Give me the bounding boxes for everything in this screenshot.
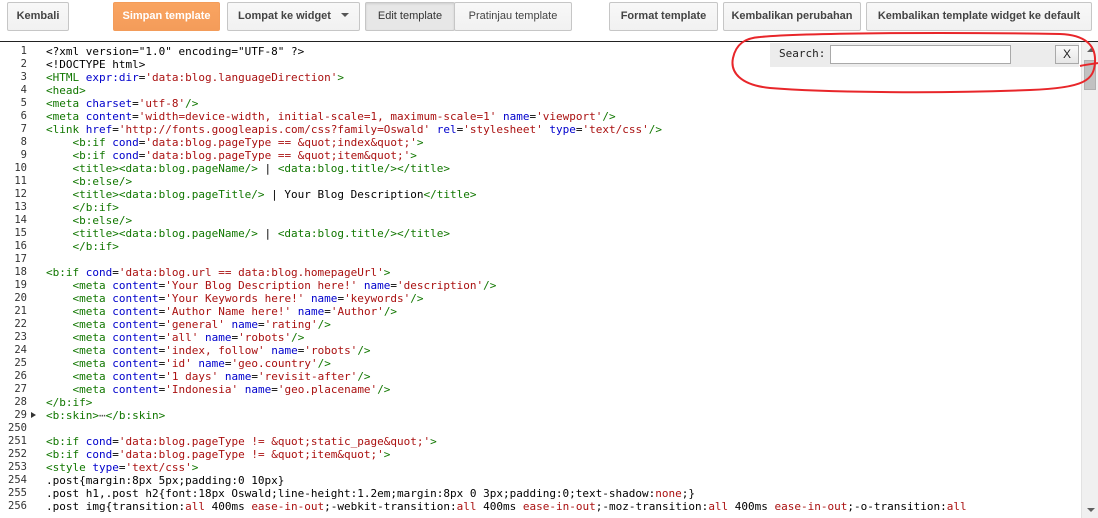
line-number: 2 xyxy=(20,58,27,70)
line-number: 16 xyxy=(14,240,27,252)
line-number: 15 xyxy=(14,227,27,239)
search-bar: Search: X xyxy=(770,43,1079,67)
code-line[interactable]: <!DOCTYPE html> xyxy=(46,58,145,71)
line-number: 5 xyxy=(20,97,27,109)
code-line[interactable]: <meta charset='utf-8'/> xyxy=(46,97,198,110)
code-line[interactable]: <meta content='Your Keywords here!' name… xyxy=(46,292,424,305)
code-line[interactable]: <?xml version="1.0" encoding="UTF-8" ?> xyxy=(46,45,304,58)
code-line[interactable]: <b:else/> xyxy=(46,214,133,227)
line-number: 7 xyxy=(20,123,27,135)
code-line[interactable]: <meta content='width=device-width, initi… xyxy=(46,110,616,123)
line-number: 255 xyxy=(8,487,27,499)
code-line[interactable]: <meta content='index, follow' name='robo… xyxy=(46,344,371,357)
line-number: 22 xyxy=(14,318,27,330)
code-line[interactable]: <b:skin>⋯</b:skin> xyxy=(46,409,165,422)
code-line[interactable]: .post{margin:8px 5px;padding:0 10px} xyxy=(46,474,284,487)
line-number: 1 xyxy=(20,45,27,57)
jump-to-widget-label: Lompat ke widget xyxy=(238,10,331,22)
line-number: 6 xyxy=(20,110,27,122)
line-number: 12 xyxy=(14,188,27,200)
code-line[interactable]: </b:if> xyxy=(46,240,119,253)
code-line[interactable]: <meta content='Your Blog Description her… xyxy=(46,279,497,292)
line-number: 254 xyxy=(8,474,27,486)
code-line[interactable]: <link href='http://fonts.googleapis.com/… xyxy=(46,123,662,136)
code-line[interactable]: <b:else/> xyxy=(46,175,133,188)
code-line[interactable]: <b:if cond='data:blog.url == data:blog.h… xyxy=(46,266,390,279)
back-button[interactable]: Kembali xyxy=(7,2,69,31)
code-line[interactable]: <meta content='id' name='geo.country'/> xyxy=(46,357,331,370)
line-number: 10 xyxy=(14,162,27,174)
revert-changes-button[interactable]: Kembalikan perubahan xyxy=(723,2,861,31)
close-search-button[interactable]: X xyxy=(1055,45,1079,64)
save-template-button[interactable]: Simpan template xyxy=(113,2,220,31)
code-line[interactable]: </b:if> xyxy=(46,201,119,214)
toolbar: Kembali Simpan template Lompat ke widget… xyxy=(0,0,1098,40)
line-number: 19 xyxy=(14,279,27,291)
code-line[interactable]: <meta content='all' name='robots'/> xyxy=(46,331,305,344)
line-number: 252 xyxy=(8,448,27,460)
line-number: 17 xyxy=(14,253,27,265)
code-line[interactable]: <meta content='1 days' name='revisit-aft… xyxy=(46,370,371,383)
code-line[interactable]: <meta content='general' name='rating'/> xyxy=(46,318,331,331)
code-line[interactable]: <b:if cond='data:blog.pageType == &quot;… xyxy=(46,136,424,149)
scrollbar-thumb[interactable] xyxy=(1084,60,1096,90)
line-number: 28 xyxy=(14,396,27,408)
restore-widget-defaults-button[interactable]: Kembalikan template widget ke default xyxy=(866,2,1092,31)
line-number: 251 xyxy=(8,435,27,447)
line-number: 11 xyxy=(14,175,27,187)
search-input[interactable] xyxy=(830,45,1011,64)
line-number: 26 xyxy=(14,370,27,382)
scroll-down-arrow-icon[interactable] xyxy=(1087,508,1095,512)
line-number-gutter: 1 2 3 4 5 6 7 8 9 10 11 12 13 14 15 16 17 18 19 20 21 22 23 24 2… xyxy=(0,42,44,518)
line-number: 29 xyxy=(14,409,27,421)
line-number: 21 xyxy=(14,305,27,317)
code-line[interactable]: <style type='text/css'> xyxy=(46,461,198,474)
jump-to-widget-dropdown[interactable]: Lompat ke widget xyxy=(227,2,360,31)
code-line[interactable]: <title><data:blog.pageName/> | <data:blo… xyxy=(46,162,451,175)
code-line[interactable]: <b:if cond='data:blog.pageType != &quot;… xyxy=(46,435,437,448)
line-number: 253 xyxy=(8,461,27,473)
code-line[interactable]: <b:if cond='data:blog.pageType == &quot;… xyxy=(46,149,417,162)
line-number: 4 xyxy=(20,84,27,96)
code-editor[interactable]: 1 2 3 4 5 6 7 8 9 10 11 12 13 14 15 16 17 18 19 20 21 22 23 24 2… xyxy=(0,41,1098,518)
code-line[interactable]: </b:if> xyxy=(46,396,92,409)
line-number: 23 xyxy=(14,331,27,343)
line-number: 18 xyxy=(14,266,27,278)
line-number: 3 xyxy=(20,71,27,83)
line-number: 24 xyxy=(14,344,27,356)
line-number: 25 xyxy=(14,357,27,369)
code-line[interactable]: <HTML expr:dir='data:blog.languageDirect… xyxy=(46,71,344,84)
fold-arrow-icon[interactable] xyxy=(31,412,36,418)
code-line[interactable]: .post img{transition:all 400ms ease-in-o… xyxy=(46,500,967,513)
code-line[interactable]: <b:if cond='data:blog.pageType != &quot;… xyxy=(46,448,390,461)
line-number: 250 xyxy=(8,422,27,434)
chevron-down-icon xyxy=(340,13,349,18)
vertical-scrollbar[interactable] xyxy=(1081,42,1098,518)
format-template-button[interactable]: Format template xyxy=(609,2,718,31)
code-line[interactable]: <meta content='Indonesia' name='geo.plac… xyxy=(46,383,391,396)
code-line[interactable]: <title><data:blog.pageTitle/> | Your Blo… xyxy=(46,188,477,201)
code-line[interactable]: <title><data:blog.pageName/> | <data:blo… xyxy=(46,227,451,240)
line-number: 8 xyxy=(20,136,27,148)
line-number: 14 xyxy=(14,214,27,226)
scroll-up-arrow-icon[interactable] xyxy=(1087,48,1095,52)
line-number: 20 xyxy=(14,292,27,304)
edit-template-tab[interactable]: Edit template xyxy=(365,2,455,31)
line-number: 27 xyxy=(14,383,27,395)
line-number: 13 xyxy=(14,201,27,213)
code-line[interactable]: <meta content='Author Name here!' name='… xyxy=(46,305,398,318)
code-line[interactable]: <head> xyxy=(46,84,86,97)
search-label: Search: xyxy=(779,47,826,60)
preview-template-tab[interactable]: Pratinjau template xyxy=(454,2,572,31)
line-number: 256 xyxy=(8,500,27,512)
code-line[interactable]: .post h1,.post h2{font:18px Oswald;line-… xyxy=(46,487,695,500)
line-number: 9 xyxy=(20,149,27,161)
